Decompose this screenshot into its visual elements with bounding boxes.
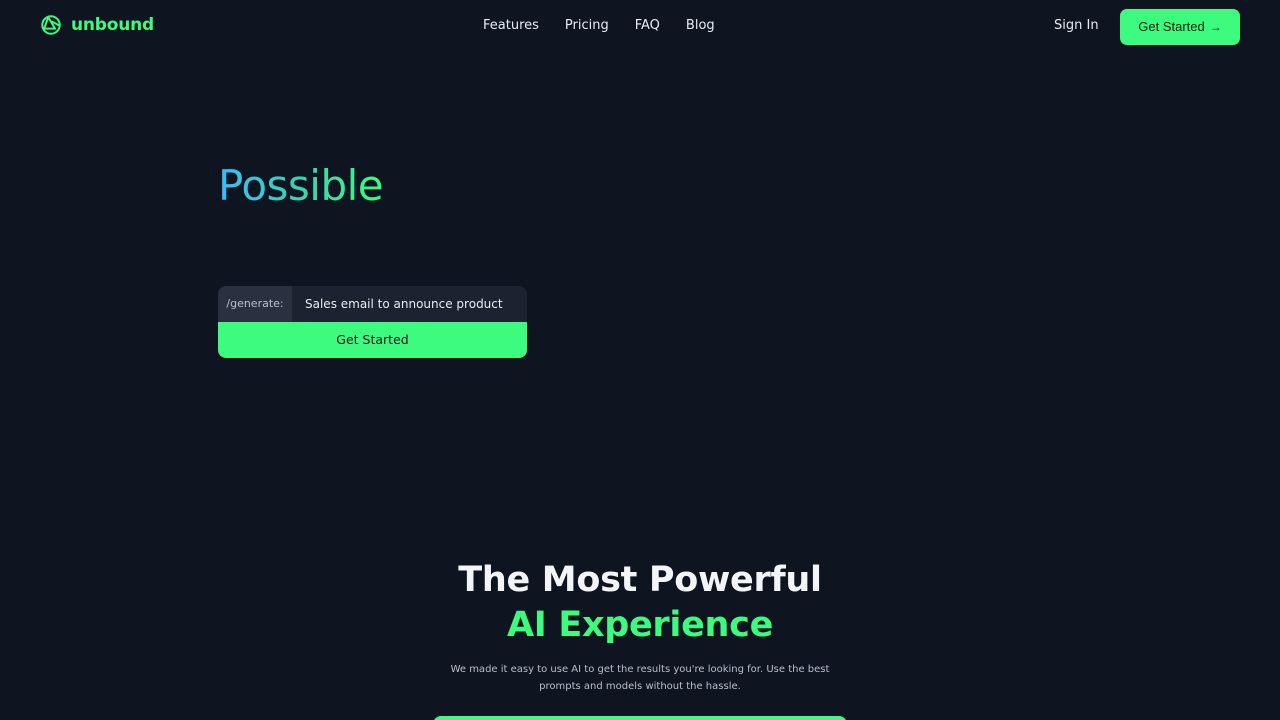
- generate-prompt-box: /generate: Get Started: [218, 286, 527, 358]
- prompt-get-started-button[interactable]: Get Started: [218, 322, 527, 358]
- hero-headline: Possible: [218, 158, 384, 214]
- site-header: unbound Features Pricing FAQ Blog Sign I…: [0, 0, 1280, 52]
- unbound-logo-icon: [41, 15, 61, 35]
- arrow-right-icon: →: [1209, 20, 1222, 34]
- prompt-prefix: /generate:: [218, 286, 292, 322]
- nav-link-faq[interactable]: FAQ: [635, 17, 660, 35]
- header-get-started-label: Get Started: [1138, 19, 1205, 34]
- nav-link-pricing[interactable]: Pricing: [565, 17, 609, 35]
- section-cta-button[interactable]: [433, 716, 847, 720]
- prompt-row: /generate:: [218, 286, 527, 322]
- brand-logo-link[interactable]: unbound: [40, 14, 154, 36]
- section-title-accent: AI Experience: [506, 605, 774, 645]
- nav-link-features[interactable]: Features: [483, 17, 539, 35]
- brand-name: unbound: [71, 15, 155, 35]
- section-title: The Most Powerful: [458, 560, 822, 600]
- sign-in-link[interactable]: Sign In: [1054, 17, 1099, 35]
- section-description: We made it easy to use AI to get the res…: [450, 664, 830, 692]
- landing-page: unbound Features Pricing FAQ Blog Sign I…: [0, 0, 1280, 720]
- header-get-started-button[interactable]: Get Started →: [1120, 9, 1240, 45]
- main-nav: Features Pricing FAQ Blog: [483, 17, 715, 35]
- prompt-input[interactable]: [292, 286, 527, 322]
- nav-link-blog[interactable]: Blog: [686, 17, 715, 35]
